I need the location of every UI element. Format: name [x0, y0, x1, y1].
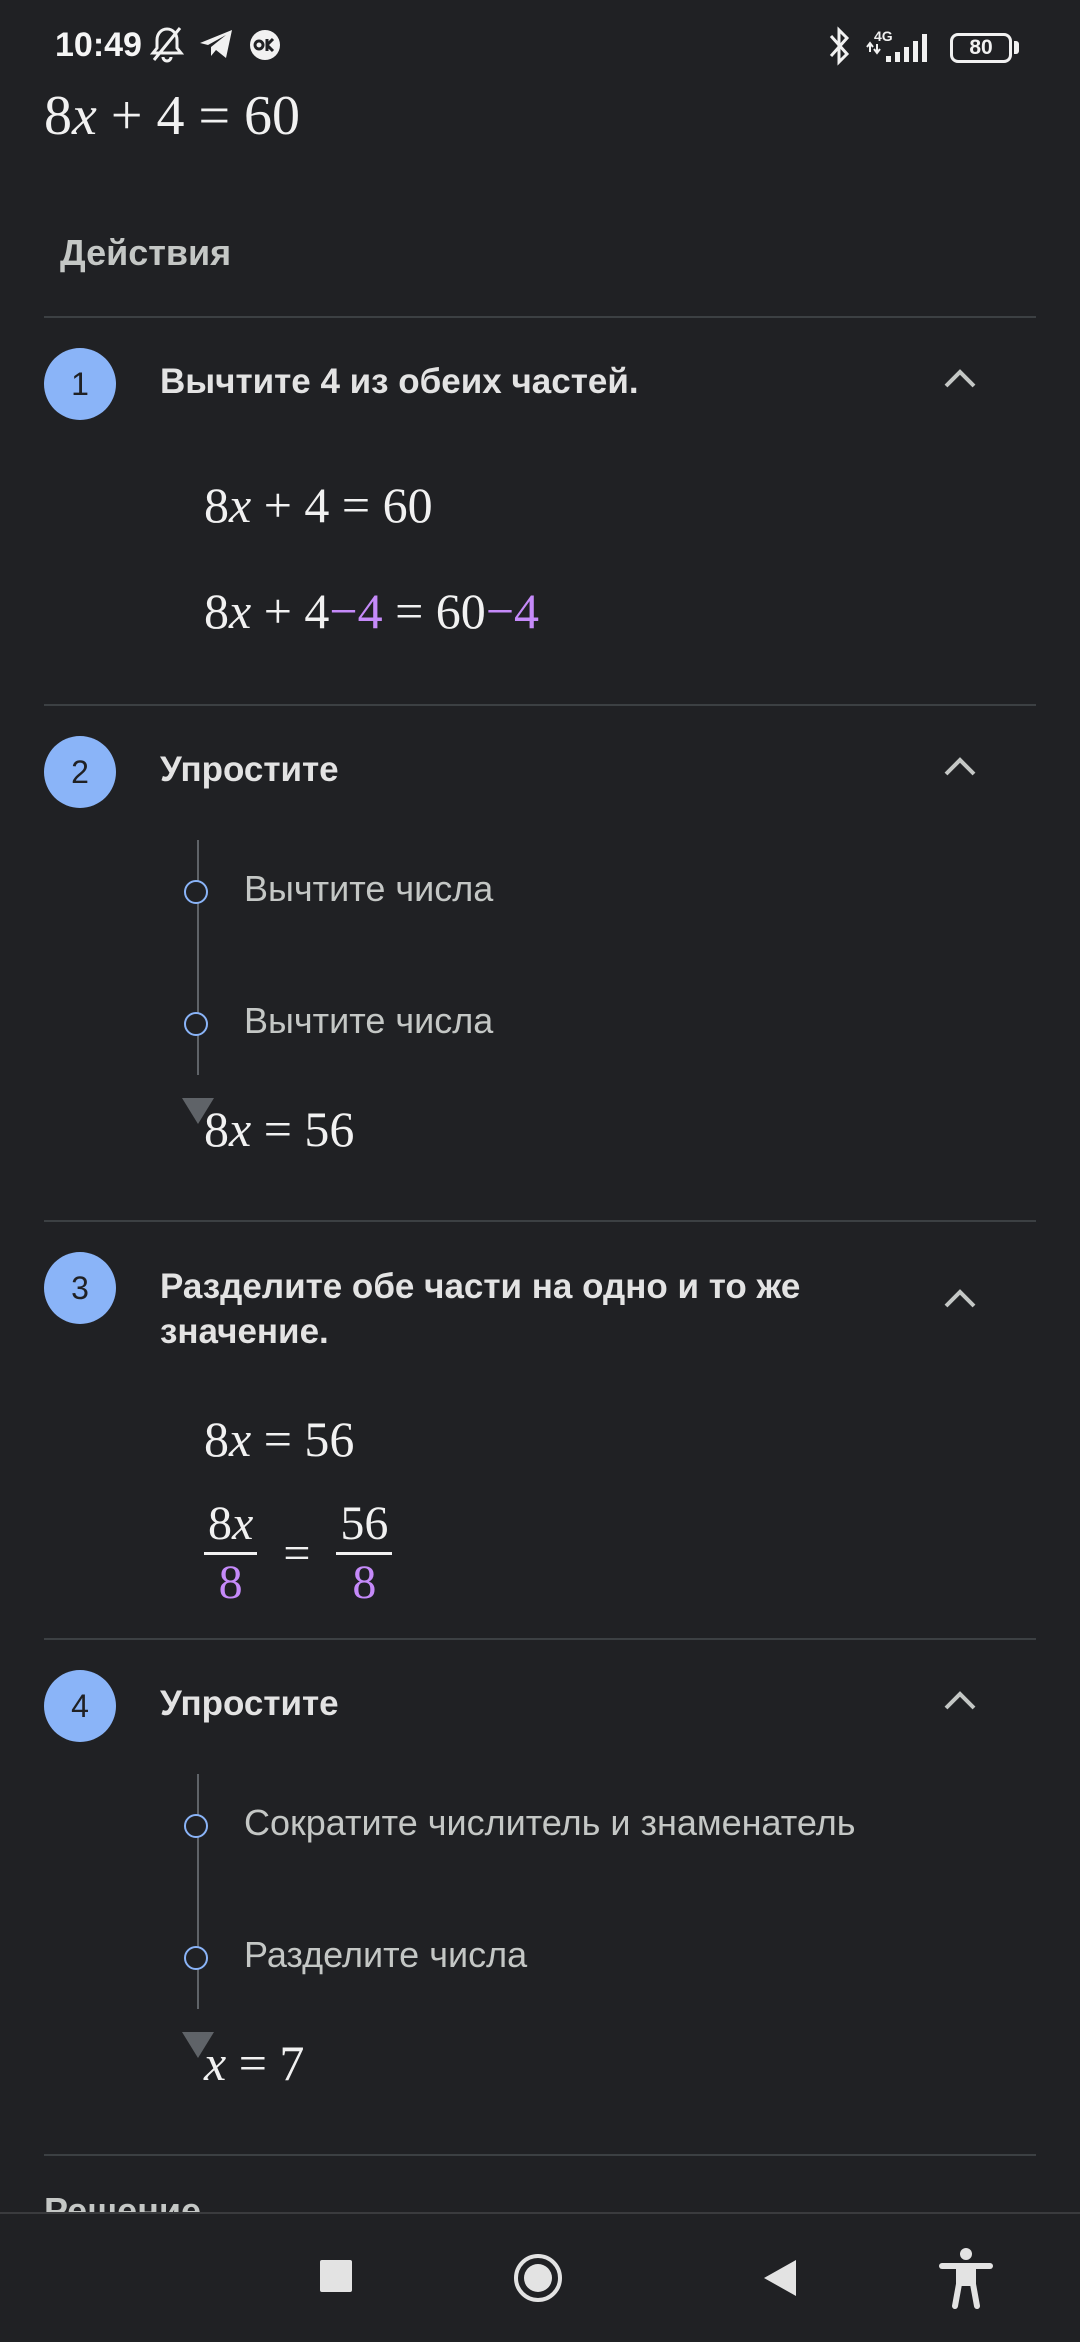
notifications-muted-icon	[149, 27, 185, 63]
step2-result: 8x = 56	[204, 1101, 355, 1157]
substep-timeline	[197, 1774, 199, 2009]
divider	[44, 1638, 1036, 1640]
substep-item[interactable]: Вычтите числа	[244, 1000, 493, 1042]
substep-dot	[184, 1814, 208, 1838]
status-time: 10:49	[55, 26, 142, 64]
bluetooth-icon	[829, 26, 850, 66]
substep-timeline	[197, 840, 199, 1075]
step-number-badge: 2	[44, 736, 116, 808]
recents-square-icon[interactable]	[318, 2258, 354, 2294]
divider	[44, 1220, 1036, 1222]
signal-icon	[866, 34, 927, 62]
step-title[interactable]: Разделите обе части на одно и то же знач…	[160, 1264, 920, 1354]
substep-item[interactable]: Разделите числа	[244, 1934, 527, 1976]
navigation-bar	[0, 2212, 1080, 2342]
divider	[44, 316, 1036, 318]
chevron-up-icon[interactable]	[940, 1280, 980, 1320]
chevron-up-icon[interactable]	[940, 360, 980, 400]
fraction-left: 8x 8	[204, 1496, 258, 1611]
step4-result: x = 7	[204, 2035, 305, 2091]
substep-dot	[184, 1946, 208, 1970]
back-triangle-icon[interactable]	[760, 2256, 800, 2300]
divider	[44, 2154, 1036, 2156]
step1-equation-2: 8x + 4−4 = 60−4	[204, 583, 540, 639]
step3-equation-2: 8x 8 = 56 8	[204, 1496, 393, 1611]
step-number-badge: 4	[44, 1670, 116, 1742]
problem-equation: 8x + 4 = 60	[44, 85, 301, 147]
substep-item[interactable]: Вычтите числа	[244, 868, 493, 910]
substep-item[interactable]: Сократите числитель и знаменатель	[244, 1802, 855, 1844]
step-number-badge: 3	[44, 1252, 116, 1324]
substep-dot	[184, 880, 208, 904]
accessibility-icon[interactable]	[938, 2246, 994, 2310]
home-circle-icon[interactable]	[512, 2252, 564, 2304]
battery-icon: 80	[950, 33, 1012, 63]
chevron-up-icon[interactable]	[940, 748, 980, 788]
solution-heading: Решение	[44, 2190, 202, 2214]
step-title[interactable]: Упростите	[160, 1681, 920, 1726]
step1-equation-1: 8x + 4 = 60	[204, 477, 433, 533]
ok-app-icon	[250, 30, 280, 60]
step3-equation-1: 8x = 56	[204, 1411, 355, 1467]
step-number-badge: 1	[44, 348, 116, 420]
chevron-up-icon[interactable]	[940, 1682, 980, 1722]
fraction-right: 56 8	[336, 1496, 393, 1611]
step-title[interactable]: Упростите	[160, 747, 920, 792]
divider	[44, 704, 1036, 706]
actions-heading: Действия	[60, 232, 232, 273]
step-title[interactable]: Вычтите 4 из обеих частей.	[160, 359, 920, 404]
telegram-icon	[200, 30, 232, 58]
battery-tip	[1014, 41, 1019, 54]
substep-dot	[184, 1012, 208, 1036]
status-bar: 10:49 4G 80	[0, 0, 1080, 96]
